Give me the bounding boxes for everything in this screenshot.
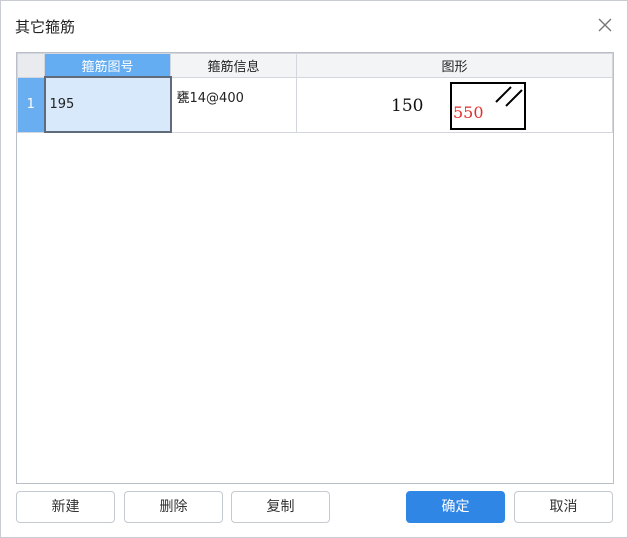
table-row[interactable]: 1 195 甕14@400 150 550 [17, 76, 613, 133]
table-corner[interactable] [17, 53, 45, 78]
cell-stirrup-number-value: 195 [49, 97, 75, 112]
cell-stirrup-info-value: 甕14@400 [176, 90, 244, 106]
stirrup-table: 箍筋图号 箍筋信息 图形 1 195 甕14@400 150 550 [17, 53, 613, 133]
title-bar: 其它箍筋 [1, 1, 627, 47]
stirrup-dialog: 其它箍筋 箍筋图号 箍筋信息 图形 1 195 甕14@400 150 550 … [0, 0, 628, 538]
delete-button[interactable]: 删除 [124, 491, 223, 523]
column-header-shape[interactable]: 图形 [296, 53, 613, 78]
shape-drawing: 150 550 [297, 78, 612, 131]
copy-button[interactable]: 复制 [231, 491, 330, 523]
cell-stirrup-number[interactable]: 195 [43, 76, 172, 133]
dialog-title: 其它箍筋 [15, 18, 76, 36]
close-icon[interactable] [594, 14, 616, 36]
column-header-number[interactable]: 箍筋图号 [44, 53, 171, 78]
cell-shape[interactable]: 150 550 [296, 76, 613, 133]
row-header[interactable]: 1 [17, 76, 45, 133]
column-header-info[interactable]: 箍筋信息 [170, 53, 297, 78]
stirrup-grid: 箍筋图号 箍筋信息 图形 1 195 甕14@400 150 550 [16, 52, 614, 484]
shape-dimension-150: 150 [391, 96, 424, 116]
cancel-button[interactable]: 取消 [514, 491, 613, 523]
new-button[interactable]: 新建 [16, 491, 115, 523]
ok-button[interactable]: 确定 [406, 491, 505, 523]
cell-stirrup-info[interactable]: 甕14@400 [170, 76, 297, 133]
shape-dimension-550: 550 [453, 103, 484, 122]
table-header-row: 箍筋图号 箍筋信息 图形 [17, 53, 613, 78]
